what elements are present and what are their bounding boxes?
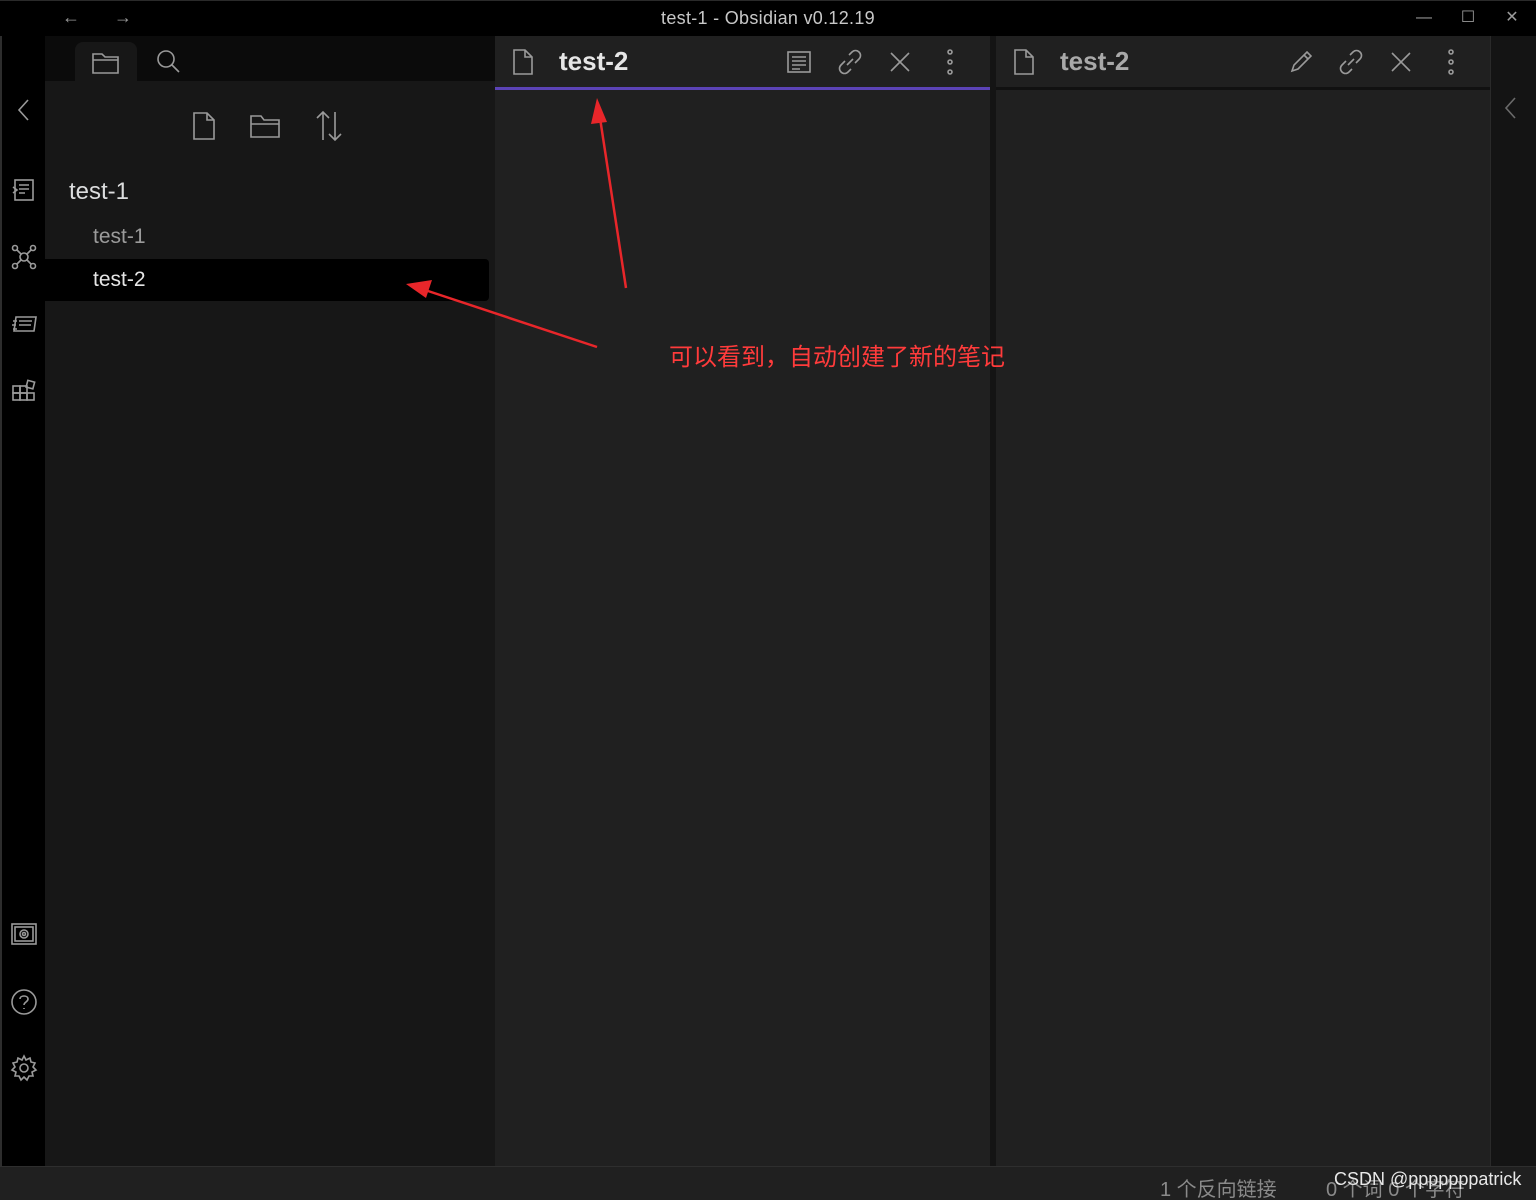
file-icon xyxy=(511,48,535,81)
annotation-text: 可以看到，自动创建了新的笔记 xyxy=(669,344,1005,371)
pane-header: test-2 xyxy=(495,36,990,90)
close-pane-icon[interactable] xyxy=(884,46,916,78)
vault-icon[interactable] xyxy=(8,918,40,950)
backlinks-count[interactable]: 1 个反向链接 xyxy=(1160,1173,1277,1200)
files-tab[interactable] xyxy=(75,42,137,84)
new-folder-icon[interactable] xyxy=(246,106,286,146)
explorer-toolbar xyxy=(45,106,495,146)
templates-icon[interactable] xyxy=(8,376,40,408)
graph-view-icon[interactable] xyxy=(8,241,40,273)
folder-icon xyxy=(92,53,119,74)
close-pane-icon[interactable] xyxy=(1385,46,1417,78)
slides-icon[interactable] xyxy=(8,308,40,340)
more-options-icon[interactable] xyxy=(1435,46,1467,78)
search-icon xyxy=(157,50,180,73)
expand-right-icon[interactable] xyxy=(1503,96,1519,125)
switcher-icon[interactable] xyxy=(8,174,40,206)
left-sidebar: test-1 test-1 test-2 xyxy=(45,36,495,1166)
status-bar: 1 个反向链接 0 个词 0 个字符 xyxy=(0,1166,1536,1200)
file-item[interactable]: test-1 xyxy=(45,216,489,258)
sidebar-tab-bar xyxy=(45,36,495,84)
left-ribbon xyxy=(0,36,45,1166)
edit-pencil-icon[interactable] xyxy=(1285,46,1317,78)
search-tab[interactable] xyxy=(151,44,185,78)
preview-icon[interactable] xyxy=(783,46,815,78)
title-bar: ← → test-1 - Obsidian v0.12.19 — ☐ ✕ xyxy=(0,0,1536,36)
minimize-icon[interactable]: — xyxy=(1410,7,1438,29)
collapse-left-icon[interactable] xyxy=(8,94,40,126)
right-sidebar-collapsed xyxy=(1490,36,1536,1166)
pane-title[interactable]: test-2 xyxy=(1060,46,1129,77)
maximize-icon[interactable]: ☐ xyxy=(1454,7,1482,29)
editor-pane-active[interactable]: test-2 xyxy=(495,36,990,1166)
more-options-icon[interactable] xyxy=(934,46,966,78)
window-title: test-1 - Obsidian v0.12.19 xyxy=(661,8,875,28)
pane-header: test-2 xyxy=(996,36,1490,90)
file-item-active[interactable]: test-2 xyxy=(45,259,489,301)
editor-pane[interactable]: test-2 xyxy=(996,36,1490,1166)
help-icon[interactable] xyxy=(8,986,40,1018)
settings-icon[interactable] xyxy=(8,1052,40,1084)
new-note-icon[interactable] xyxy=(184,106,224,146)
file-icon xyxy=(1012,48,1036,81)
watermark: CSDN @pppppppatrick xyxy=(1334,1169,1522,1189)
pane-title[interactable]: test-2 xyxy=(559,46,628,77)
link-icon[interactable] xyxy=(1335,46,1367,78)
vault-name[interactable]: test-1 xyxy=(69,178,129,206)
sort-icon[interactable] xyxy=(309,106,349,146)
close-window-icon[interactable]: ✕ xyxy=(1498,7,1526,29)
link-icon[interactable] xyxy=(834,46,866,78)
